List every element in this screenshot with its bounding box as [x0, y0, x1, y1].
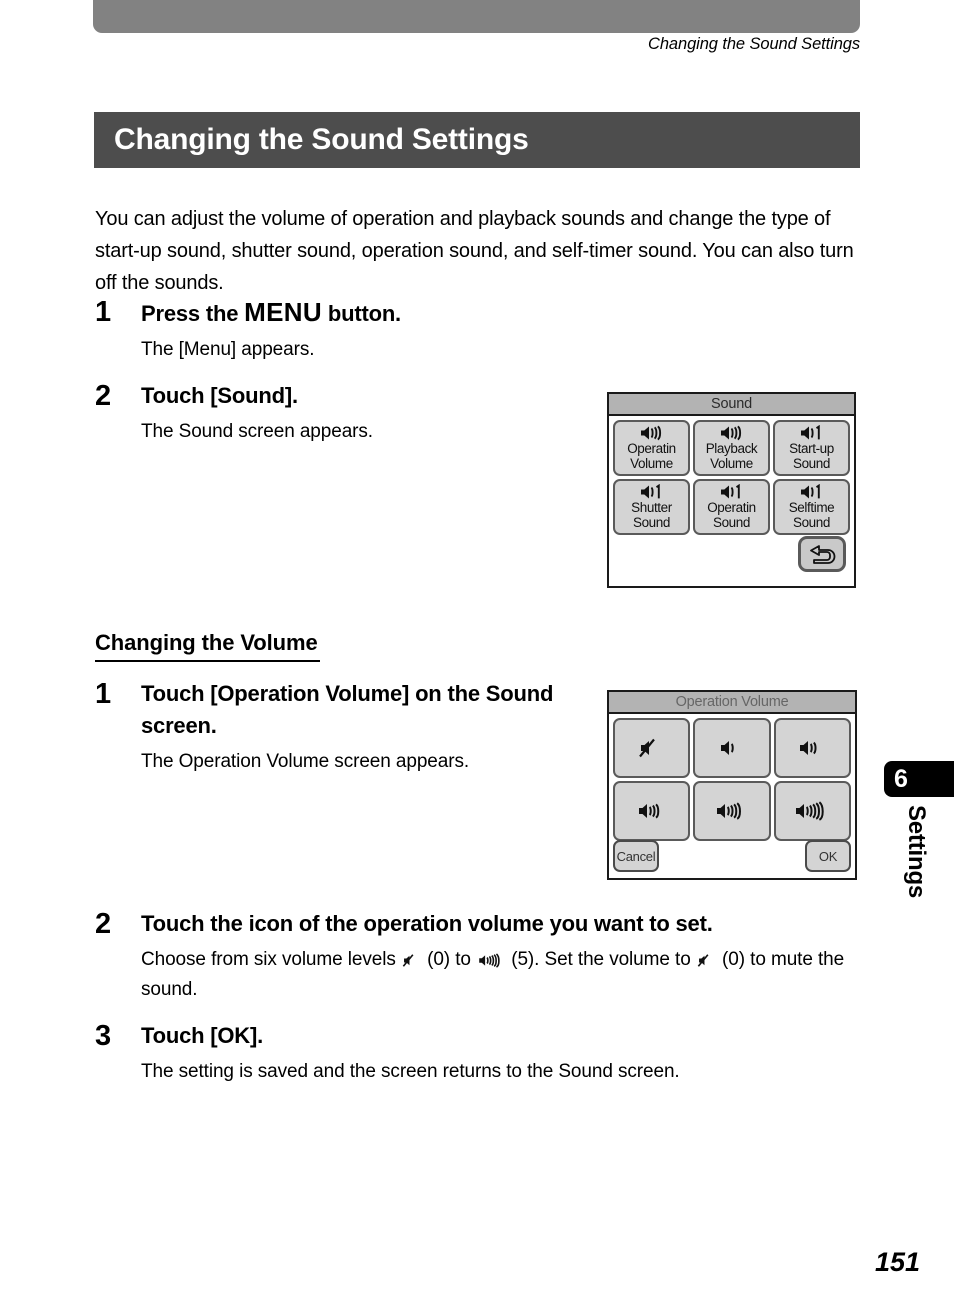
page-number: 151 [874, 1247, 920, 1277]
step-number: 3 [95, 1020, 112, 1052]
desc-segment-1: Choose from six volume levels [141, 949, 401, 970]
volume-level-4-button[interactable] [693, 781, 771, 841]
page-title: Changing the Sound Settings [114, 123, 529, 156]
speaker-volume-icon [720, 425, 741, 441]
header-gray-bar [93, 0, 860, 33]
step-description: Choose from six volume levels (0) to (5)… [141, 945, 857, 1005]
sound-screen-footer [609, 534, 854, 580]
menu-button-label: MENU [244, 297, 322, 327]
speaker-tone-icon [640, 484, 660, 499]
speaker-wave-1-icon [720, 741, 734, 755]
speaker-wave-3-icon [638, 803, 659, 819]
speaker-mute-icon [402, 954, 414, 967]
sound-button-startup-sound[interactable]: Start-up Sound [773, 420, 850, 476]
back-button[interactable] [798, 536, 846, 572]
step-title: Press the MENU button. [141, 296, 855, 330]
speaker-tone-icon [800, 484, 820, 499]
speaker-wave-4-icon [717, 802, 742, 820]
speaker-volume-icon [640, 425, 661, 441]
sound-screen-mockup: Sound Operatin Volume Playback Volume St… [607, 392, 856, 588]
subsection-step-2: 2 Touch the icon of the operation volume… [95, 908, 857, 1005]
step-number: 2 [95, 908, 112, 940]
step-number: 1 [95, 296, 112, 328]
sound-button-operation-volume[interactable]: Operatin Volume [613, 420, 690, 476]
subsection-step-1: 1 Touch [Operation Volume] on the Sound … [95, 678, 585, 777]
sound-screen-title: Sound [609, 394, 854, 416]
step-2: 2 Touch [Sound]. The Sound screen appear… [95, 380, 595, 447]
intro-paragraph: You can adjust the volume of operation a… [95, 208, 854, 294]
volume-level-3-button[interactable] [613, 781, 691, 841]
sound-button-operation-sound[interactable]: Operatin Sound [693, 479, 770, 535]
speaker-wave-2-icon [800, 741, 817, 755]
volume-level-grid [609, 714, 855, 841]
step-title: Touch the icon of the operation volume y… [141, 911, 713, 936]
step-1: 1 Press the MENU button. The [Menu] appe… [95, 296, 855, 365]
sound-button-label: Selftime Sound [788, 500, 835, 530]
operation-volume-screen-mockup: Operation Volume Cancel OK [607, 690, 857, 880]
back-arrow-icon [810, 545, 836, 564]
section-title-bar: Changing the Sound Settings [94, 112, 860, 168]
volume-screen-title: Operation Volume [609, 692, 855, 714]
subsection-heading: Changing the Volume [95, 630, 320, 662]
sound-button-label: Playback Volume [705, 441, 758, 471]
desc-segment-3: (5). Set the volume to [506, 949, 696, 970]
sound-button-label: Operatin Sound [707, 500, 756, 530]
speaker-mute-icon [697, 954, 709, 967]
sound-screen-button-grid: Operatin Volume Playback Volume Start-up So… [609, 416, 854, 535]
volume-level-0-button[interactable] [613, 718, 691, 778]
step-title-prefix: Press the [141, 301, 245, 326]
speaker-mute-icon [638, 738, 655, 758]
volume-level-2-button[interactable] [773, 718, 851, 778]
running-header-text: Changing the Sound Settings [648, 35, 860, 53]
chapter-label: Settings [903, 805, 930, 899]
volume-screen-footer: Cancel OK [609, 840, 855, 876]
sound-button-label: Operatin Volume [627, 441, 676, 471]
step-title-suffix: button. [321, 301, 401, 326]
step-description: The Sound screen appears. [141, 421, 373, 442]
speaker-tone-icon [800, 425, 820, 440]
sound-button-playback-volume[interactable]: Playback Volume [693, 420, 770, 476]
subsection-step-3: 3 Touch [OK]. The setting is saved and t… [95, 1020, 857, 1087]
sound-button-shutter-sound[interactable]: Shutter Sound [613, 479, 690, 535]
desc-segment-2: (0) to [421, 949, 477, 970]
step-number: 1 [95, 678, 112, 710]
cancel-button[interactable]: Cancel [613, 840, 659, 872]
sound-button-label: Start-up Sound [789, 441, 834, 471]
speaker-wave-5-icon [796, 801, 825, 821]
volume-level-5-button[interactable] [773, 781, 851, 841]
step-title: Touch [OK]. [141, 1023, 264, 1048]
chapter-thumb-tab: 6 [884, 761, 954, 797]
chapter-number: 6 [894, 764, 908, 793]
sound-button-selftimer-sound[interactable]: Selftime Sound [773, 479, 850, 535]
speaker-wave-5-icon [479, 953, 500, 968]
step-title: Touch [Sound]. [141, 383, 298, 408]
sound-button-label: Shutter Sound [631, 500, 672, 530]
step-title: Touch [Operation Volume] on the Sound sc… [141, 681, 554, 738]
step-description: The [Menu] appears. [141, 339, 315, 360]
volume-level-1-button[interactable] [693, 718, 771, 778]
speaker-tone-icon [720, 484, 740, 499]
ok-button[interactable]: OK [805, 840, 851, 872]
step-number: 2 [95, 380, 112, 412]
step-description: The setting is saved and the screen retu… [141, 1061, 680, 1082]
step-description: The Operation Volume screen appears. [141, 751, 470, 772]
